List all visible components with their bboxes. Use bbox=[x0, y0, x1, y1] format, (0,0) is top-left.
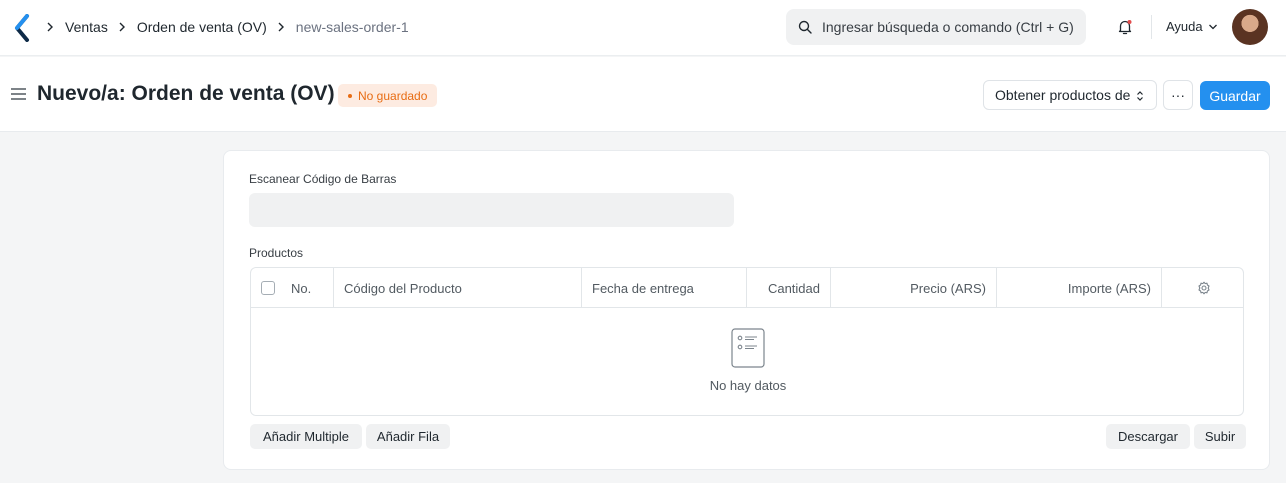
search-placeholder: Ingresar búsqueda o comando (Ctrl + G) bbox=[822, 19, 1074, 35]
page-head: Nuevo/a: Orden de venta (OV) No guardado… bbox=[0, 57, 1286, 132]
column-header-amount: Importe (ARS) bbox=[996, 268, 1161, 308]
chevron-right-icon bbox=[118, 22, 128, 32]
top-navbar: Ventas Orden de venta (OV) new-sales-ord… bbox=[0, 0, 1286, 56]
select-all-checkbox-cell bbox=[261, 268, 281, 308]
gear-icon[interactable] bbox=[1197, 281, 1211, 295]
sidebar-toggle-icon[interactable] bbox=[11, 87, 26, 101]
get-items-from-button[interactable]: Obtener productos de bbox=[983, 80, 1157, 110]
column-header-no: No. bbox=[291, 280, 312, 296]
breadcrumb-sales-order[interactable]: Orden de venta (OV) bbox=[137, 19, 267, 35]
chevron-right-icon bbox=[46, 22, 56, 32]
chevron-right-icon bbox=[277, 22, 287, 32]
help-label: Ayuda bbox=[1166, 19, 1203, 34]
upload-button[interactable]: Subir bbox=[1194, 424, 1246, 449]
navbar-divider bbox=[1151, 15, 1152, 39]
items-table: No. Código del Producto Fecha de entrega… bbox=[250, 267, 1244, 416]
status-badge: No guardado bbox=[338, 84, 438, 107]
form-card: Escanear Código de Barras Productos No. … bbox=[223, 150, 1270, 470]
barcode-scan-input[interactable] bbox=[249, 193, 734, 227]
search-icon bbox=[798, 20, 812, 34]
breadcrumb-current-doc[interactable]: new-sales-order-1 bbox=[296, 19, 409, 35]
page-title: Nuevo/a: Orden de venta (OV) bbox=[37, 82, 335, 105]
column-header-item-code: Código del Producto bbox=[333, 268, 581, 308]
add-row-button[interactable]: Añadir Fila bbox=[366, 424, 450, 449]
app-logo-icon[interactable] bbox=[14, 14, 30, 42]
get-items-from-label: Obtener productos de bbox=[995, 87, 1131, 103]
column-settings-cell bbox=[1161, 268, 1243, 308]
no-data-text: No hay datos bbox=[709, 378, 787, 393]
more-actions-button[interactable]: ··· bbox=[1163, 80, 1193, 110]
notification-bell-icon[interactable] bbox=[1116, 18, 1134, 36]
select-all-checkbox[interactable] bbox=[261, 281, 275, 295]
user-avatar[interactable] bbox=[1232, 9, 1268, 45]
barcode-label: Escanear Código de Barras bbox=[249, 172, 397, 186]
breadcrumb-ventas[interactable]: Ventas bbox=[65, 19, 108, 35]
select-arrows-icon bbox=[1137, 91, 1143, 101]
save-button[interactable]: Guardar bbox=[1200, 81, 1270, 110]
add-multiple-button[interactable]: Añadir Multiple bbox=[250, 424, 362, 449]
column-header-delivery-date: Fecha de entrega bbox=[581, 268, 746, 308]
column-header-quantity: Cantidad bbox=[746, 268, 830, 308]
search-input[interactable]: Ingresar búsqueda o comando (Ctrl + G) bbox=[786, 9, 1086, 45]
no-data-icon bbox=[731, 328, 765, 368]
items-label: Productos bbox=[249, 246, 304, 260]
help-dropdown[interactable]: Ayuda bbox=[1166, 19, 1218, 34]
breadcrumb: Ventas Orden de venta (OV) new-sales-ord… bbox=[46, 0, 419, 54]
column-header-rate: Precio (ARS) bbox=[830, 268, 996, 308]
download-button[interactable]: Descargar bbox=[1106, 424, 1190, 449]
items-table-header: No. Código del Producto Fecha de entrega… bbox=[251, 268, 1243, 308]
chevron-down-icon bbox=[1208, 24, 1217, 29]
